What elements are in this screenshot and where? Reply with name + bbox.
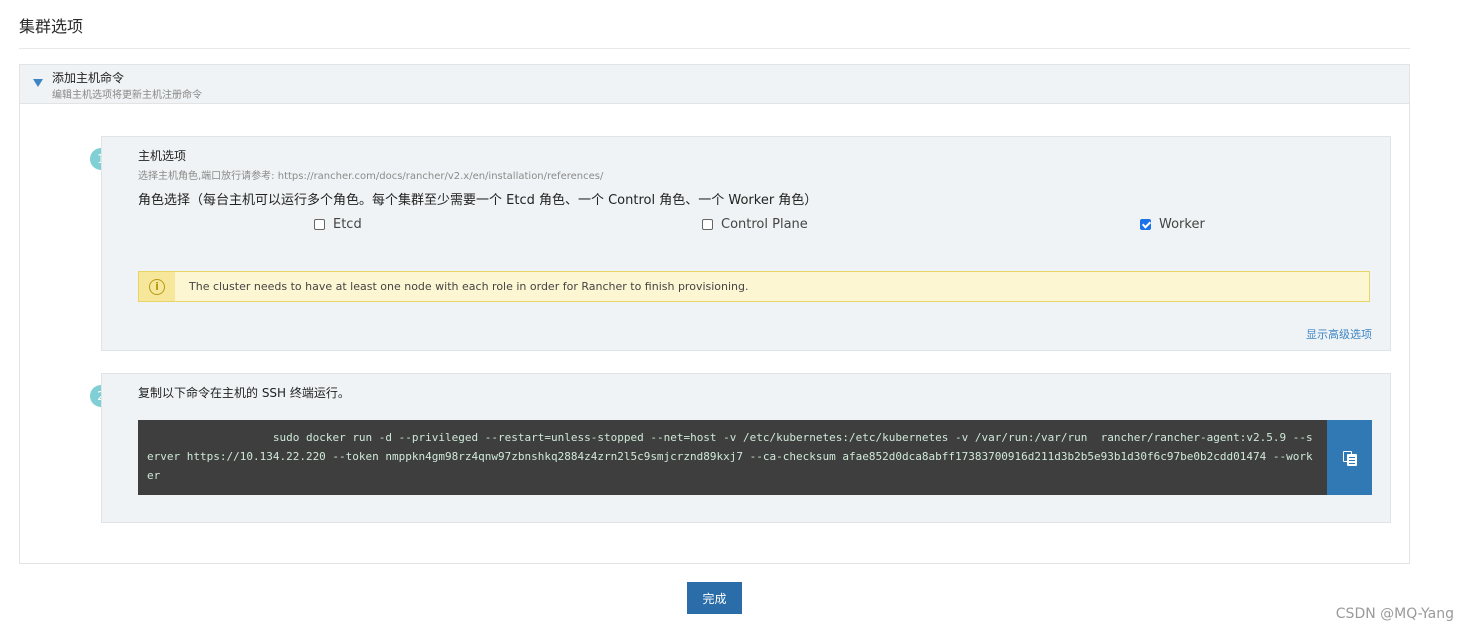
role-etcd-label: Etcd <box>333 217 362 232</box>
watermark: CSDN @MQ-Yang <box>1335 606 1454 622</box>
host-options-heading: 主机选项 <box>138 149 187 163</box>
panel-title: 添加主机命令 <box>52 71 125 85</box>
command-heading: 复制以下命令在主机的 SSH 终端运行。 <box>138 386 350 400</box>
show-advanced-options-link[interactable]: 显示高级选项 <box>1306 326 1372 342</box>
done-button[interactable]: 完成 <box>687 582 742 614</box>
role-worker-label: Worker <box>1159 217 1205 232</box>
roles-label: 角色选择（每台主机可以运行多个角色。每个集群至少需要一个 Etcd 角色、一个 … <box>138 193 818 208</box>
role-etcd-checkbox[interactable]: Etcd <box>314 217 362 232</box>
role-control-plane-checkbox[interactable]: Control Plane <box>702 217 808 232</box>
panel-header[interactable]: 添加主机命令 编辑主机选项将更新主机注册命令 <box>20 65 1409 104</box>
warning-text: The cluster needs to have at least one n… <box>189 280 749 293</box>
title-divider <box>19 48 1410 49</box>
host-options-description: 选择主机角色,端口放行请参考: https://rancher.com/docs… <box>138 171 604 182</box>
host-options-section: 主机选项 选择主机角色,端口放行请参考: https://rancher.com… <box>101 136 1391 351</box>
role-worker-checkbox[interactable]: Worker <box>1140 217 1205 232</box>
cluster-options-page: 集群选项 添加主机命令 编辑主机选项将更新主机注册命令 1 主机选项 选择主机角… <box>0 0 1468 635</box>
copy-command-button[interactable] <box>1327 420 1372 495</box>
caret-down-icon[interactable] <box>33 79 43 87</box>
provisioning-warning: i The cluster needs to have at least one… <box>138 271 1370 302</box>
warning-icon-cell: i <box>139 272 175 301</box>
command-section: 复制以下命令在主机的 SSH 终端运行。 sudo docker run -d … <box>101 373 1391 523</box>
registration-command[interactable]: sudo docker run -d --privileged --restar… <box>138 420 1327 495</box>
role-control-plane-label: Control Plane <box>721 217 808 232</box>
checkbox-checked-icon[interactable] <box>1140 219 1151 230</box>
clipboard-icon <box>1342 450 1357 466</box>
info-circle-icon: i <box>149 278 165 295</box>
checkbox-icon[interactable] <box>702 219 713 230</box>
page-title: 集群选项 <box>19 17 84 36</box>
panel-subtitle: 编辑主机选项将更新主机注册命令 <box>52 90 202 101</box>
checkbox-icon[interactable] <box>314 219 325 230</box>
add-host-command-panel: 添加主机命令 编辑主机选项将更新主机注册命令 1 主机选项 选择主机角色,端口放… <box>19 64 1410 564</box>
